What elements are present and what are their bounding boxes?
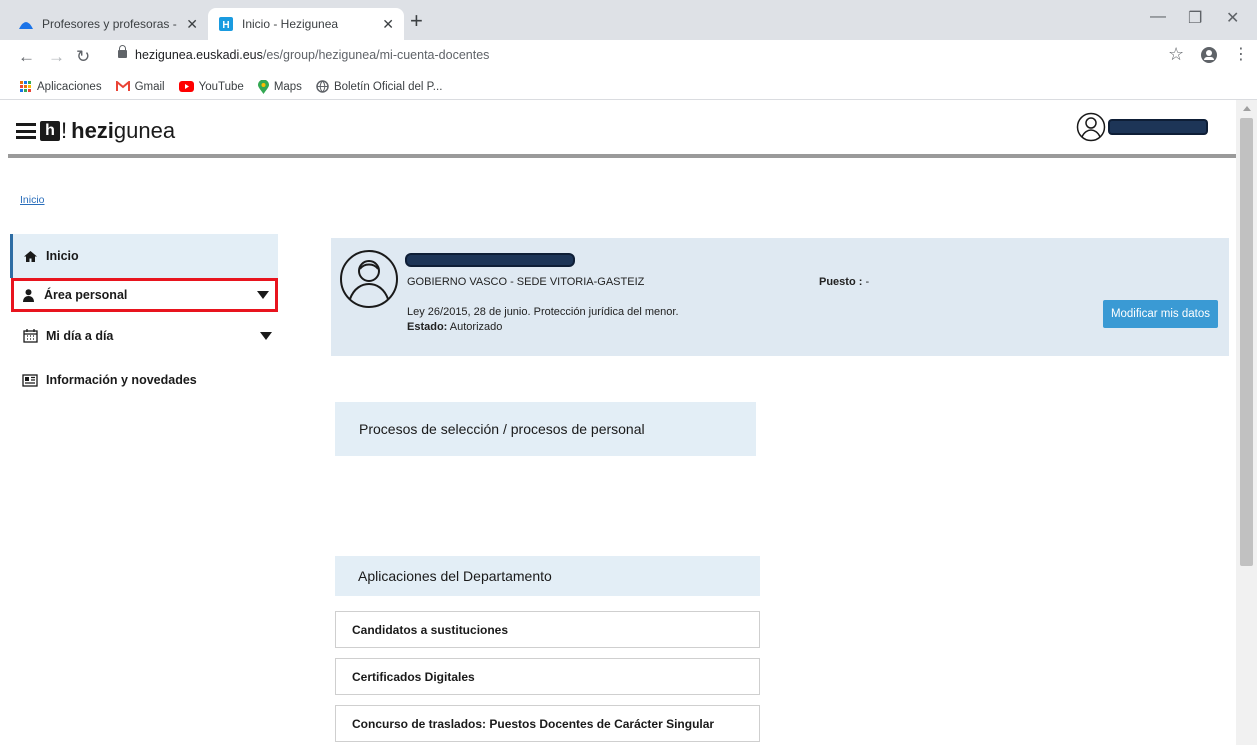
sidebar-item-inicio[interactable]: Inicio [10, 234, 278, 278]
bookmarks-bar: Aplicaciones Gmail YouTube Maps Boletín … [0, 74, 1257, 100]
tab-close-icon[interactable]: ✕ [186, 16, 198, 33]
restore-icon[interactable]: ❐ [1188, 8, 1202, 28]
position-label: Puesto : [819, 276, 863, 288]
tab-title: Inicio - Hezigunea [242, 17, 339, 31]
sidebar-nav: Inicio Área personal Mi día a día Inform… [10, 234, 278, 402]
person-icon [20, 288, 36, 302]
bookmark-youtube[interactable]: YouTube [178, 80, 244, 93]
lock-icon [118, 45, 127, 58]
forward-arrow-icon[interactable]: → [48, 47, 65, 67]
tab-close-icon[interactable]: ✕ [382, 16, 394, 33]
back-arrow-icon[interactable]: ← [18, 47, 35, 67]
processes-section-header[interactable]: Procesos de selección / procesos de pers… [335, 402, 756, 456]
svg-text:H: H [222, 20, 229, 31]
home-icon [22, 250, 38, 263]
browser-tab-profesores[interactable]: Profesores y profesoras - Gestión ✕ [8, 8, 208, 40]
apps-section-header: Aplicaciones del Departamento [335, 556, 760, 596]
app-link-concurso[interactable]: Concurso de traslados: Puestos Docentes … [335, 705, 760, 742]
hezigunea-logo[interactable]: h ! hezi gunea [16, 118, 175, 144]
bookmark-label: Boletín Oficial del P... [333, 80, 443, 93]
app-link-label: Certificados Digitales [352, 669, 475, 684]
youtube-icon [178, 81, 194, 92]
url-host: hezigunea.euskadi.eus [135, 48, 263, 62]
profile-organization: GOBIERNO VASCO - SEDE VITORIA-GASTEIZ [407, 276, 645, 288]
bookmark-label: Gmail [134, 80, 165, 93]
site-header: h ! hezi gunea [8, 100, 1236, 158]
browser-menu-icon[interactable]: ⋮ [1233, 44, 1249, 64]
logo-bang: ! [61, 118, 68, 143]
user-menu[interactable] [1076, 112, 1206, 142]
page-scrollbar[interactable] [1236, 100, 1257, 745]
user-avatar-icon [1076, 112, 1106, 142]
bookmark-label: YouTube [198, 80, 244, 93]
sidebar-item-label: Inicio [46, 249, 79, 263]
redacted-profile-name [407, 255, 573, 265]
status-value: Autorizado [449, 321, 503, 333]
browser-profile-icon[interactable] [1201, 47, 1217, 63]
modify-data-button[interactable]: Modificar mis datos [1102, 300, 1218, 328]
reload-icon[interactable]: ↻ [76, 47, 90, 67]
hezigunea-favicon-icon: H [218, 16, 234, 32]
new-tab-icon[interactable]: + [410, 10, 423, 32]
calendar-icon [22, 329, 38, 343]
minimize-icon[interactable]: — [1150, 8, 1166, 26]
profile-avatar-icon [340, 250, 398, 308]
profile-card: GOBIERNO VASCO - SEDE VITORIA-GASTEIZ Le… [331, 238, 1229, 356]
redacted-user-name [1110, 121, 1206, 133]
bookmark-boletin[interactable]: Boletín Oficial del P... [316, 80, 442, 93]
breadcrumb-inicio[interactable]: Inicio [20, 194, 45, 206]
profile-status: Estado: Autorizado [407, 321, 502, 333]
sidebar-item-informacion[interactable]: Información y novedades [10, 358, 278, 402]
status-label: Estado: [407, 321, 448, 333]
bookmark-maps[interactable]: Maps [257, 79, 302, 94]
window-close-icon[interactable]: ✕ [1226, 8, 1239, 28]
sidebar-item-label: Información y novedades [46, 373, 197, 387]
browser-tabstrip: Profesores y profesoras - Gestión ✕ H In… [0, 0, 1257, 40]
sidebar-item-mi-dia-a-dia[interactable]: Mi día a día [10, 314, 278, 358]
hamburger-menu-icon[interactable] [16, 123, 36, 139]
bookmark-gmail[interactable]: Gmail [115, 80, 165, 93]
logo-text-rest: gunea [113, 118, 176, 143]
url-path: /es/group/hezigunea/mi-cuenta-docentes [262, 48, 490, 62]
app-link-certificados[interactable]: Certificados Digitales [335, 658, 760, 695]
app-link-candidatos[interactable]: Candidatos a sustituciones [335, 611, 760, 648]
apps-grid-icon [20, 80, 32, 93]
position-value: - [865, 276, 870, 288]
browser-tab-hezigunea[interactable]: H Inicio - Hezigunea ✕ [208, 8, 404, 40]
app-link-label: Concurso de traslados: Puestos Docentes … [352, 716, 715, 731]
scroll-up-arrow-icon[interactable] [1243, 106, 1251, 111]
cloud-favicon-icon [18, 16, 34, 32]
gmail-icon [115, 81, 130, 92]
logo-text-bold: hezi [71, 118, 114, 143]
sidebar-item-area-personal[interactable]: Área personal [11, 278, 278, 312]
processes-section-title: Procesos de selección / procesos de pers… [359, 421, 645, 437]
sidebar-item-label: Área personal [44, 288, 128, 302]
logo-mark: h [40, 121, 60, 141]
maps-pin-icon [257, 79, 269, 94]
address-bar[interactable]: hezigunea.euskadi.eus/es/group/hezigunea… [135, 48, 489, 62]
apps-section-title: Aplicaciones del Departamento [358, 568, 552, 584]
bookmark-star-icon[interactable]: ☆ [1168, 44, 1184, 65]
profile-law-note: Ley 26/2015, 28 de junio. Protección jur… [407, 306, 679, 318]
bookmark-label: Aplicaciones [37, 80, 102, 93]
bookmark-aplicaciones[interactable]: Aplicaciones [20, 80, 102, 93]
bookmark-label: Maps [273, 80, 302, 93]
app-link-label: Candidatos a sustituciones [352, 622, 509, 637]
globe-icon [316, 80, 329, 93]
caret-down-icon[interactable] [257, 291, 269, 299]
caret-down-icon[interactable] [260, 332, 272, 340]
sidebar-item-label: Mi día a día [46, 329, 114, 343]
scrollbar-thumb[interactable] [1240, 118, 1253, 566]
profile-position: Puesto : - [819, 276, 869, 288]
newspaper-icon [22, 373, 38, 387]
tab-title: Profesores y profesoras - Gestión [42, 17, 180, 31]
